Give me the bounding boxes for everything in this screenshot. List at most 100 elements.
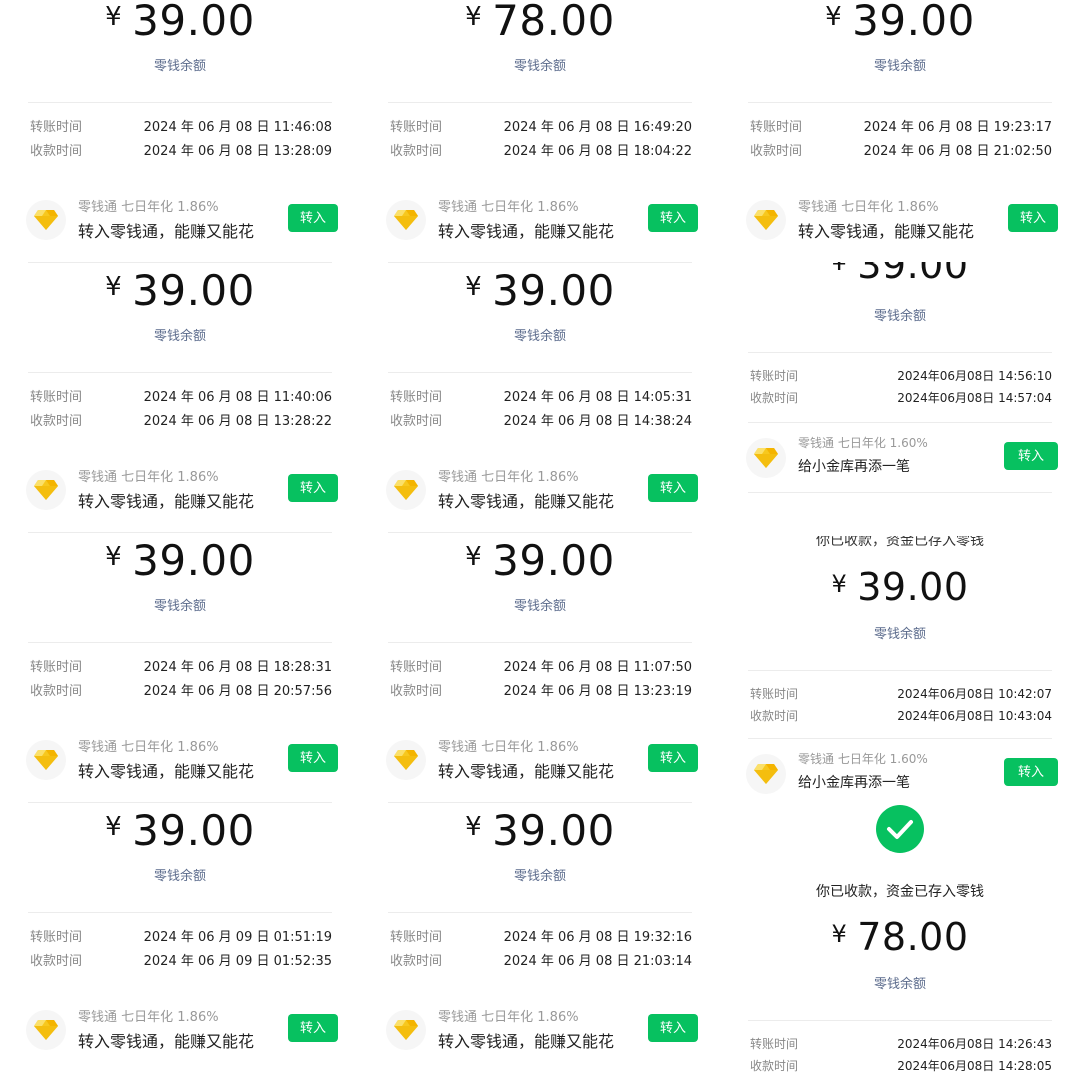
- divider: [28, 372, 332, 373]
- transfer-time-label: 转账时间: [30, 120, 83, 135]
- receive-time-value: 2024 年 06 月 08 日 14:38:24: [503, 414, 692, 429]
- receive-time-row: 收款时间 2024 年 06 月 08 日 13:23:19: [390, 684, 692, 700]
- transfer-in-button[interactable]: 转入: [288, 1014, 338, 1042]
- receipt-card: ¥39.00 零钱余额 转账时间 2024 年 06 月 08 日 11:07:5…: [360, 540, 720, 810]
- lingqiantong-promo[interactable]: 零钱通 七日年化 1.86% 转入零钱通，能赚又能花 转入: [386, 466, 698, 512]
- amount-value: 39.00: [132, 270, 255, 315]
- receive-time-value: 2024 年 06 月 08 日 18:04:22: [503, 144, 692, 159]
- promo-title: 转入零钱通，能赚又能花: [798, 222, 975, 241]
- receive-time-label: 收款时间: [390, 144, 443, 159]
- transfer-in-button[interactable]: 转入: [648, 474, 698, 502]
- balance-label: 零钱余额: [153, 599, 206, 614]
- xiaojinku-promo[interactable]: 零钱通 七日年化 1.60% 给小金库再添一笔 转入: [746, 434, 1058, 480]
- amount-value: 39.00: [132, 810, 255, 855]
- receive-time-row: 收款时间 2024 年 06 月 08 日 21:02:50: [750, 144, 1052, 160]
- divider: [28, 102, 332, 103]
- amount-value: 39.00: [132, 0, 255, 45]
- transfer-time-value: 2024 年 06 月 08 日 16:49:20: [503, 120, 692, 135]
- lingqiantong-promo[interactable]: 零钱通 七日年化 1.86% 转入零钱通，能赚又能花 转入: [26, 736, 338, 782]
- promo-rate: 零钱通 七日年化 1.86%: [438, 1010, 579, 1025]
- transfer-in-button[interactable]: 转入: [648, 204, 698, 232]
- diamond-icon: [746, 754, 786, 794]
- lingqiantong-promo[interactable]: 零钱通 七日年化 1.86% 转入零钱通，能赚又能花 转入: [26, 196, 338, 242]
- transfer-in-button[interactable]: 转入: [1008, 204, 1058, 232]
- divider: [388, 532, 692, 533]
- lingqiantong-promo[interactable]: 零钱通 七日年化 1.86% 转入零钱通，能赚又能花 转入: [746, 196, 1058, 242]
- receive-time-value: 2024 年 06 月 08 日 21:02:50: [863, 144, 1052, 159]
- amount-value: 39.00: [492, 540, 615, 585]
- receive-time-row: 收款时间 2024 年 06 月 08 日 21:03:14: [390, 954, 692, 970]
- receive-time-value: 2024年06月08日 14:28:05: [897, 1059, 1052, 1073]
- amount-display: ¥39.00: [360, 270, 720, 312]
- receipt-card: ¥39.00 零钱余额 转账时间 2024 年 06 月 08 日 19:32:1…: [360, 810, 720, 1080]
- lingqiantong-promo[interactable]: 零钱通 七日年化 1.86% 转入零钱通，能赚又能花 转入: [386, 196, 698, 242]
- promo-rate: 零钱通 七日年化 1.86%: [78, 740, 219, 755]
- transfer-time-label: 转账时间: [390, 120, 443, 135]
- lingqiantong-promo[interactable]: 零钱通 七日年化 1.86% 转入零钱通，能赚又能花 转入: [386, 1006, 698, 1052]
- balance-label: 零钱余额: [513, 329, 566, 344]
- receive-time-value: 2024 年 06 月 08 日 13:28:09: [143, 144, 332, 159]
- receipt-card: ¥39.00 零钱余额 转账时间 2024 年 06 月 08 日 19:23:1…: [720, 0, 1080, 262]
- diamond-icon: [26, 470, 66, 510]
- lingqiantong-promo[interactable]: 零钱通 七日年化 1.86% 转入零钱通，能赚又能花 转入: [386, 736, 698, 782]
- transfer-in-button[interactable]: 转入: [648, 1014, 698, 1042]
- transfer-in-button[interactable]: 转入: [648, 744, 698, 772]
- receipt-card: ¥39.00 零钱余额 转账时间 2024 年 06 月 08 日 18:28:3…: [0, 540, 360, 810]
- divider: [748, 1020, 1052, 1021]
- transfer-in-button[interactable]: 转入: [288, 204, 338, 232]
- balance-label: 零钱余额: [513, 59, 566, 74]
- transfer-time-row: 转账时间 2024 年 06 月 09 日 01:51:19: [30, 930, 332, 946]
- amount-value: 39.00: [492, 270, 615, 315]
- divider: [748, 492, 1052, 493]
- xiaojinku-promo[interactable]: 零钱通 七日年化 1.60% 给小金库再添一笔 转入: [746, 750, 1058, 796]
- transfer-in-button[interactable]: 转入: [1004, 442, 1058, 470]
- diamond-icon: [26, 1010, 66, 1050]
- receive-time-value: 2024 年 06 月 08 日 20:57:56: [143, 684, 332, 699]
- amount-value: 39.00: [492, 810, 615, 855]
- currency-symbol: ¥: [831, 920, 848, 948]
- receive-time-value: 2024 年 06 月 08 日 21:03:14: [503, 954, 692, 969]
- amount-display: ¥39.00: [0, 270, 360, 312]
- promo-title: 给小金库再添一笔: [798, 459, 910, 475]
- promo-title: 转入零钱通，能赚又能花: [78, 222, 255, 241]
- balance-label: 零钱余额: [153, 869, 206, 884]
- promo-rate: 零钱通 七日年化 1.60%: [798, 752, 928, 766]
- balance-label: 零钱余额: [873, 977, 926, 992]
- amount-value: 39.00: [132, 540, 255, 585]
- transfer-time-label: 转账时间: [390, 930, 443, 945]
- receive-time-value: 2024年06月08日 10:43:04: [897, 709, 1052, 723]
- receive-time-row: 收款时间 2024 年 06 月 08 日 18:04:22: [390, 144, 692, 160]
- currency-symbol: ¥: [831, 262, 848, 276]
- transfer-time-row: 转账时间 2024年06月08日 14:26:43: [750, 1036, 1052, 1052]
- currency-symbol: ¥: [465, 542, 483, 572]
- currency-symbol: ¥: [105, 812, 123, 842]
- lingqiantong-promo[interactable]: 零钱通 七日年化 1.86% 转入零钱通，能赚又能花 转入: [26, 466, 338, 512]
- amount-value: 78.00: [492, 0, 615, 45]
- transfer-in-button[interactable]: 转入: [288, 474, 338, 502]
- receive-time-row: 收款时间 2024 年 06 月 09 日 01:52:35: [30, 954, 332, 970]
- diamond-icon: [386, 470, 426, 510]
- transfer-in-button[interactable]: 转入: [288, 744, 338, 772]
- receive-time-row: 收款时间 2024年06月08日 10:43:04: [750, 708, 1052, 724]
- promo-title: 转入零钱通，能赚又能花: [78, 1032, 255, 1051]
- receipt-card: ¥39.00 零钱余额 转账时间 2024 年 06 月 09 日 01:51:1…: [0, 810, 360, 1080]
- amount-value: 39.00: [857, 262, 969, 287]
- transfer-in-button[interactable]: 转入: [1004, 758, 1058, 786]
- receipt-card: 你已收款，资金已存入零钱 ¥39.00 零钱余额 转账时间 2024年06月08日…: [720, 536, 1080, 810]
- amount-value: 39.00: [857, 565, 969, 609]
- receipts-collage: ¥39.00 零钱余额 转账时间 2024 年 06 月 08 日 11:46:0…: [0, 0, 1080, 1080]
- transfer-time-row: 转账时间 2024 年 06 月 08 日 11:07:50: [390, 660, 692, 676]
- promo-rate: 零钱通 七日年化 1.86%: [438, 200, 579, 215]
- promo-rate: 零钱通 七日年化 1.86%: [438, 740, 579, 755]
- lingqiantong-promo[interactable]: 零钱通 七日年化 1.86% 转入零钱通，能赚又能花 转入: [26, 1006, 338, 1052]
- divider: [388, 912, 692, 913]
- receive-time-label: 收款时间: [30, 144, 83, 159]
- transfer-time-value: 2024 年 06 月 08 日 11:40:06: [143, 390, 332, 405]
- transfer-time-value: 2024 年 06 月 08 日 18:28:31: [143, 660, 332, 675]
- transfer-time-label: 转账时间: [750, 120, 803, 135]
- divider: [28, 642, 332, 643]
- divider: [28, 912, 332, 913]
- receive-time-value: 2024 年 06 月 08 日 13:23:19: [503, 684, 692, 699]
- receipt-card: ¥39.00 零钱余额 转账时间 2024 年 06 月 08 日 11:40:0…: [0, 270, 360, 540]
- receive-time-label: 收款时间: [750, 144, 803, 159]
